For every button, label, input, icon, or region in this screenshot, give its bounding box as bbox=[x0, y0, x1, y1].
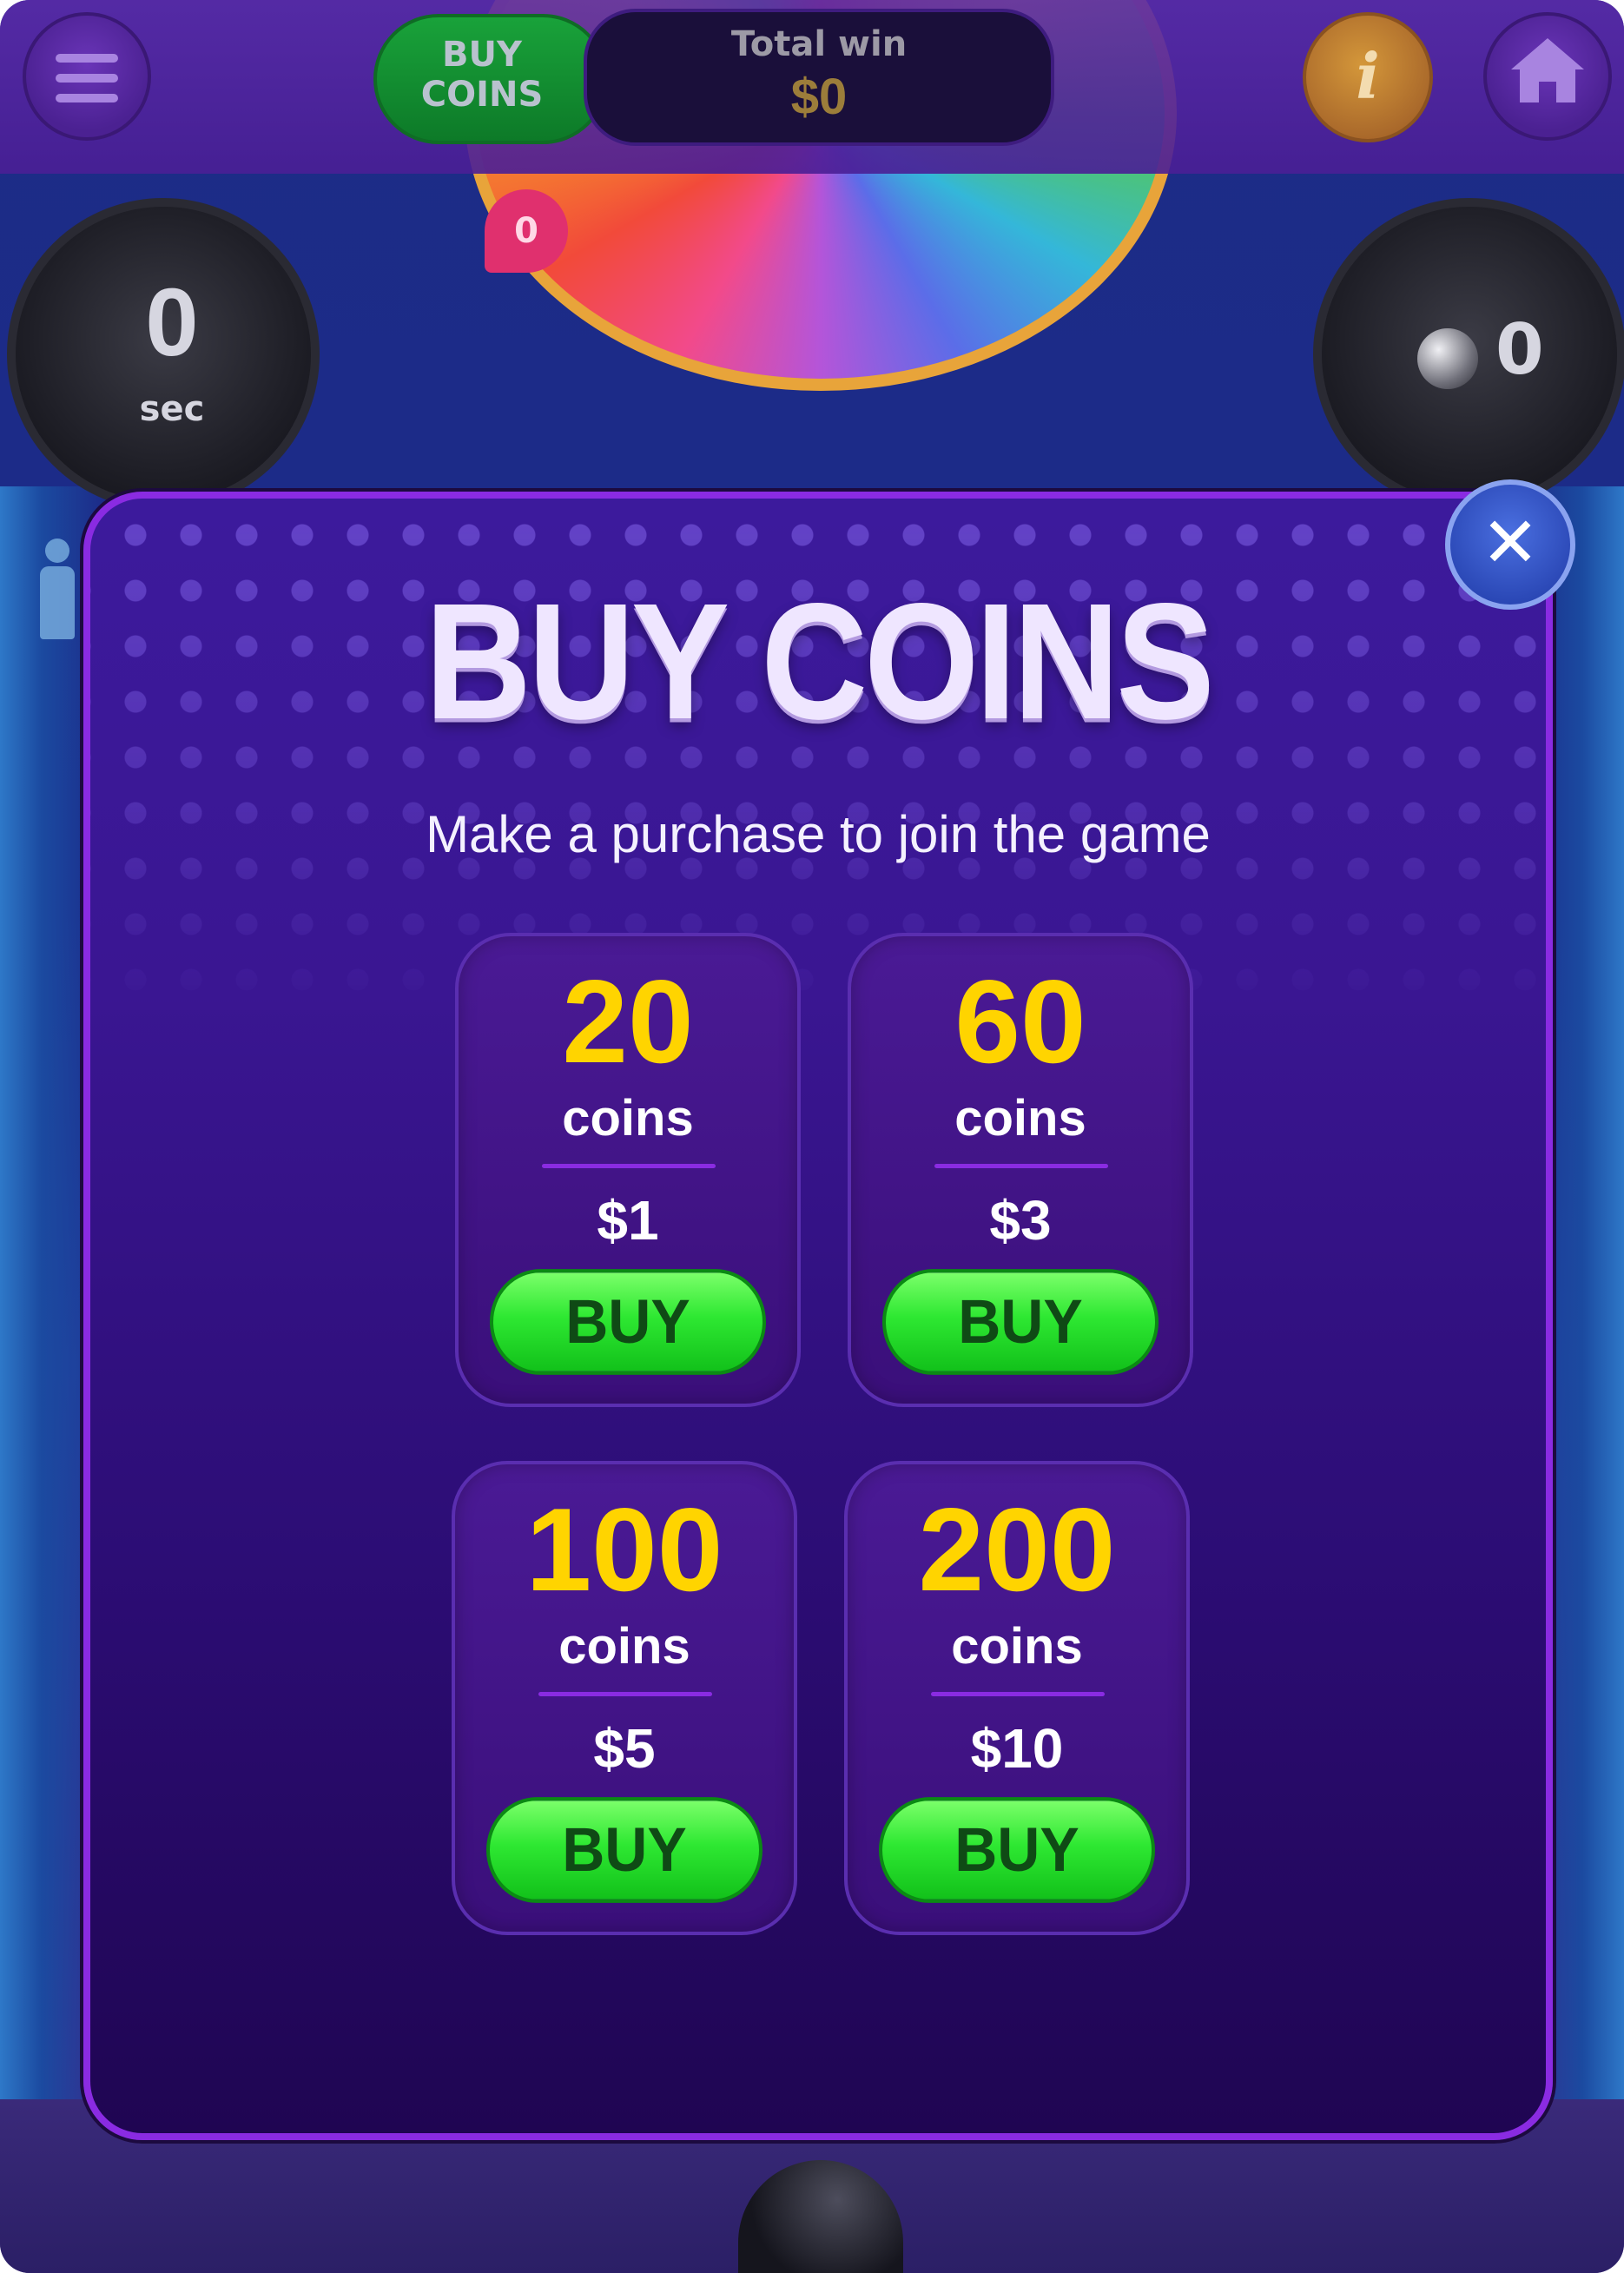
total-win-value: $0 bbox=[790, 69, 848, 125]
coin-pack-divider bbox=[542, 1164, 716, 1168]
menu-button[interactable] bbox=[23, 12, 151, 141]
coin-pack-divider bbox=[934, 1164, 1108, 1168]
buy-button[interactable]: BUY bbox=[882, 1269, 1159, 1375]
coin-pack-card: 200 coins $10 BUY bbox=[844, 1461, 1190, 1935]
game-screen: 0 BUY COINS Total win $0 i 0 sec 0 BUY C… bbox=[0, 0, 1624, 2273]
buy-coins-label-line2: COINS bbox=[420, 75, 544, 115]
ball-count: 0 bbox=[1495, 309, 1544, 390]
info-button[interactable]: i bbox=[1303, 12, 1433, 142]
wheel-badge: 0 bbox=[485, 189, 568, 273]
buy-coins-label-line1: BUY bbox=[442, 35, 522, 75]
modal-subtitle: Make a purchase to join the game bbox=[426, 805, 1211, 863]
buy-coins-modal: BUY COINS Make a purchase to join the ga… bbox=[83, 492, 1553, 2140]
coin-pack-price: $3 bbox=[989, 1189, 1052, 1252]
coin-pack-amount: 100 bbox=[525, 1483, 723, 1616]
hamburger-menu-icon bbox=[56, 54, 118, 102]
coin-pack-amount: 20 bbox=[562, 955, 694, 1087]
buy-coins-label: BUY COINS bbox=[408, 35, 556, 115]
close-button[interactable]: ✕ bbox=[1445, 479, 1575, 610]
home-icon bbox=[1511, 38, 1584, 102]
coin-pack-divider bbox=[538, 1692, 712, 1696]
buy-button[interactable]: BUY bbox=[490, 1269, 766, 1375]
coin-pack-card: 100 coins $5 BUY bbox=[452, 1461, 797, 1935]
coin-pack-divider bbox=[931, 1692, 1105, 1696]
players-icon bbox=[33, 539, 82, 643]
coin-pack-price: $10 bbox=[970, 1717, 1064, 1780]
coin-pack-amount: 200 bbox=[918, 1483, 1116, 1616]
ball-counter: 0 bbox=[1313, 198, 1624, 511]
coin-pack-price: $5 bbox=[593, 1717, 656, 1780]
coin-pack-card: 20 coins $1 BUY bbox=[455, 933, 801, 1407]
buy-button[interactable]: BUY bbox=[486, 1797, 762, 1903]
close-icon: ✕ bbox=[1481, 502, 1540, 583]
coin-pack-amount: 60 bbox=[954, 955, 1086, 1087]
countdown-timer: 0 sec bbox=[7, 198, 320, 511]
coin-pack-unit: coins bbox=[562, 1090, 694, 1146]
total-win-display: Total win $0 bbox=[584, 9, 1054, 146]
coin-pack-unit: coins bbox=[954, 1090, 1086, 1146]
coin-pack-price: $1 bbox=[597, 1189, 659, 1252]
coin-pack-card: 60 coins $3 BUY bbox=[848, 933, 1193, 1407]
timer-value: 0 bbox=[145, 269, 199, 376]
coin-pack-unit: coins bbox=[951, 1618, 1083, 1675]
ball-icon bbox=[1417, 328, 1478, 389]
buy-button[interactable]: BUY bbox=[879, 1797, 1155, 1903]
coin-pack-unit: coins bbox=[558, 1618, 690, 1675]
modal-title: BUY COINS bbox=[425, 569, 1214, 755]
info-icon: i bbox=[1356, 39, 1380, 113]
total-win-label: Total win bbox=[730, 24, 908, 64]
timer-unit: sec bbox=[139, 389, 205, 429]
